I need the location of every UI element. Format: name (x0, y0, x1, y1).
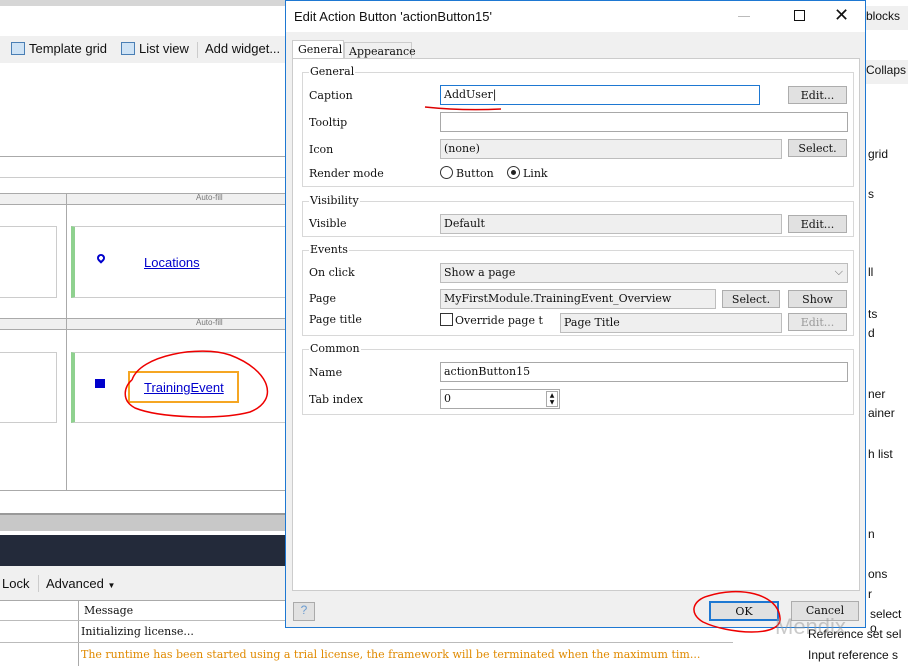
sidebar-item[interactable]: ainer (868, 406, 908, 420)
group-legend: Visibility (309, 194, 360, 207)
template-grid-button[interactable]: Template grid (11, 41, 107, 56)
divider (0, 490, 285, 491)
column-divider (66, 193, 67, 490)
visible-label: Visible (309, 217, 347, 230)
icon-field: (none) (440, 139, 782, 159)
page-title-label: Page title (309, 313, 362, 326)
caption-input[interactable]: AddUser| (440, 85, 760, 105)
sidebar-item[interactable]: s (868, 187, 908, 201)
caption-label: Caption (309, 89, 353, 102)
help-button[interactable]: ? (293, 602, 315, 621)
sidebar-item[interactable]: ner (868, 387, 908, 401)
page-select-button[interactable]: Select. (722, 290, 780, 308)
list-view-icon (121, 42, 135, 55)
group-common: Common Name actionButton15 Tab index 0 ▲ ▼ (302, 342, 854, 415)
dialog-title-bar: Edit Action Button 'actionButton15' (286, 1, 865, 32)
toolbar-divider (197, 42, 198, 58)
splitter (0, 513, 285, 531)
page-field: MyFirstModule.TrainingEvent_Overview (440, 289, 716, 309)
tab-general[interactable]: General (292, 40, 344, 59)
close-button[interactable]: ✕ (834, 5, 849, 26)
page-title-edit-button: Edit... (788, 313, 847, 331)
console-toolbar (0, 566, 285, 600)
advanced-dropdown[interactable]: Advanced ▼ (46, 576, 115, 591)
red-annotation-circle (124, 350, 269, 418)
toolbar-divider (38, 575, 39, 592)
sidebar-item[interactable]: d (868, 326, 908, 340)
row-header (0, 193, 285, 205)
tab-appearance[interactable]: Appearance (344, 42, 416, 59)
tooltip-label: Tooltip (309, 116, 348, 129)
add-widget-button[interactable]: Add widget... (205, 41, 280, 56)
red-underline-annotation (424, 106, 502, 111)
render-mode-button-radio[interactable]: Button (440, 166, 494, 180)
row-divider (0, 642, 733, 643)
caption-edit-button[interactable]: Edit... (788, 86, 847, 104)
chevron-down-icon: ⌵ (834, 265, 843, 278)
sidebar-item[interactable]: n (868, 527, 908, 541)
message-column-header[interactable]: Message (84, 604, 133, 617)
divider (0, 156, 285, 157)
render-mode-link-radio[interactable]: Link (507, 166, 548, 180)
autofill-label: Auto-fill (196, 318, 223, 327)
group-legend: Events (309, 243, 349, 256)
sidebar-item[interactable]: ll (868, 265, 908, 279)
name-input[interactable]: actionButton15 (440, 362, 848, 382)
icon-select-button[interactable]: Select. (788, 139, 847, 157)
sidebar-item[interactable]: Input reference s (808, 648, 908, 662)
render-mode-label: Render mode (309, 167, 384, 180)
onclick-select[interactable]: Show a page ⌵ (440, 263, 848, 283)
minimize-button[interactable] (738, 16, 750, 17)
visible-field: Default (440, 214, 782, 234)
row-header (0, 318, 285, 330)
divider (0, 177, 285, 178)
group-events: Events On click Show a page ⌵ Page MyFirs… (302, 243, 854, 336)
page-show-button[interactable]: Show (788, 290, 847, 308)
caret-down-icon: ▼ (107, 581, 116, 590)
onclick-label: On click (309, 266, 355, 279)
sidebar-item[interactable]: blocks (866, 9, 908, 23)
group-legend: General (309, 65, 356, 78)
sidebar-item[interactable]: Collaps (866, 63, 908, 77)
page-label: Page (309, 292, 337, 305)
dialog-title: Edit Action Button 'actionButton15' (294, 9, 492, 24)
tab-index-stepper[interactable]: 0 ▲ ▼ (440, 389, 560, 409)
edit-action-button-dialog: Edit Action Button 'actionButton15' ✕ Ge… (285, 0, 866, 628)
cell-box (0, 226, 57, 298)
sidebar-item[interactable]: h list (868, 447, 908, 461)
group-general: General Caption AddUser| Edit... Tooltip… (302, 65, 854, 187)
calendar-icon (95, 379, 105, 388)
group-legend: Common (309, 342, 361, 355)
list-view-button[interactable]: List view (121, 41, 189, 56)
sidebar-item[interactable]: ons (868, 567, 908, 581)
console-row-warning[interactable]: The runtime has been started using a tri… (81, 648, 781, 661)
autofill-label: Auto-fill (196, 193, 223, 202)
page-title-field: Page Title (560, 313, 782, 333)
column-divider (78, 600, 79, 666)
console-row[interactable]: Initializing license... (81, 625, 194, 638)
sidebar-item[interactable]: grid (868, 147, 908, 161)
row-divider (0, 620, 285, 621)
sidebar-item[interactable]: r (868, 587, 908, 601)
red-annotation-circle (693, 590, 781, 633)
cell-box (0, 352, 57, 423)
template-grid-icon (11, 42, 25, 55)
maximize-button[interactable] (794, 10, 805, 21)
sidebar-item[interactable]: ts (868, 307, 908, 321)
tab-index-label: Tab index (309, 393, 363, 406)
watermark-logo: Mendix (775, 614, 846, 639)
visibility-edit-button[interactable]: Edit... (788, 215, 847, 233)
top-strip (0, 0, 285, 6)
group-visibility: Visibility Visible Default Edit... (302, 194, 854, 237)
icon-label: Icon (309, 143, 334, 156)
dark-panel-header (0, 535, 300, 566)
override-page-title-checkbox[interactable]: Override page t (440, 313, 543, 327)
locations-link[interactable]: Locations (144, 255, 200, 270)
lock-button[interactable]: Lock (2, 576, 29, 591)
tooltip-input[interactable] (440, 112, 848, 132)
name-label: Name (309, 366, 343, 379)
spin-arrows-icon[interactable]: ▲ ▼ (546, 391, 558, 407)
